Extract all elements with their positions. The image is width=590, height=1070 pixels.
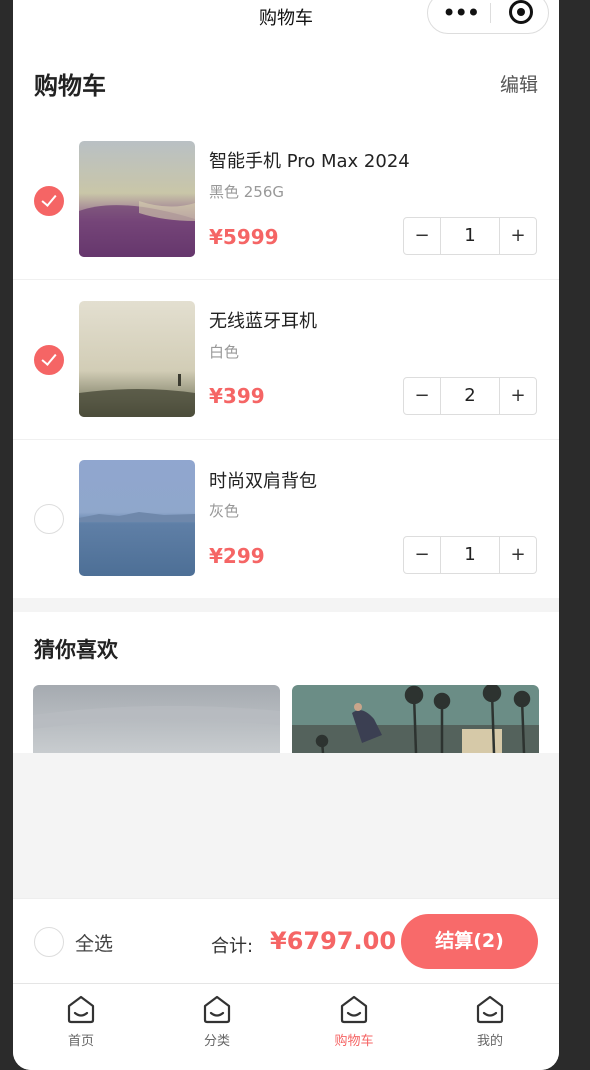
navigation-bar: 购物车 ••• (13, 0, 559, 44)
record-target-icon[interactable] (509, 0, 533, 24)
quantity-stepper: − 1 + (403, 217, 537, 255)
product-spec: 灰色 (209, 502, 240, 520)
product-price: ¥299 (209, 544, 265, 568)
decrease-button[interactable]: − (404, 537, 441, 573)
product-image[interactable] (79, 141, 195, 257)
phone-screen: 购物车 ••• 购物车 编辑 智能手机 Pro Max 2024 黑色 256G… (13, 0, 559, 1070)
checkout-bar: 全选 合计: ¥6797.00 结算(2) (13, 898, 559, 984)
tab-label: 分类 (203, 1034, 230, 1049)
increase-button[interactable]: + (499, 218, 536, 254)
decrease-button[interactable]: − (404, 378, 441, 414)
home-icon (476, 995, 504, 1024)
tab-mine[interactable]: 我的 (450, 994, 530, 1049)
tab-label: 我的 (476, 1034, 503, 1049)
product-price: ¥399 (209, 384, 265, 408)
decrease-button[interactable]: − (404, 218, 441, 254)
product-spec: 白色 (209, 343, 240, 361)
item-checkbox[interactable] (34, 345, 64, 375)
item-checkbox[interactable] (34, 186, 64, 216)
checkout-button[interactable]: 结算(2) (401, 914, 538, 969)
tab-home[interactable]: 首页 (41, 994, 121, 1049)
tab-label: 购物车 (334, 1034, 374, 1049)
recommend-card[interactable] (292, 685, 539, 753)
recommend-card[interactable] (33, 685, 280, 753)
product-image[interactable] (79, 460, 195, 576)
total-label: 合计: (211, 936, 254, 957)
product-image[interactable] (79, 301, 195, 417)
more-dots-icon[interactable]: ••• (442, 1, 480, 25)
total-value: ¥6797.00 (270, 927, 397, 955)
page-title: 购物车 (34, 72, 106, 100)
quantity-value[interactable]: 1 (441, 218, 499, 254)
increase-button[interactable]: + (499, 378, 536, 414)
quantity-value[interactable]: 1 (441, 537, 499, 573)
product-spec: 黑色 256G (209, 183, 285, 201)
product-name[interactable]: 无线蓝牙耳机 (209, 307, 317, 333)
cart-item: 无线蓝牙耳机 白色 ¥399 − 2 + (13, 280, 559, 439)
recommend-title: 猜你喜欢 (34, 638, 118, 662)
quantity-stepper: − 1 + (403, 536, 537, 574)
cart-item: 智能手机 Pro Max 2024 黑色 256G ¥5999 − 1 + (13, 120, 559, 279)
menu-capsule: ••• (427, 0, 549, 34)
recommend-placeholder-area (13, 753, 559, 898)
home-icon (203, 995, 231, 1024)
tab-cart[interactable]: 购物车 (314, 994, 394, 1049)
capsule-divider (490, 3, 491, 23)
increase-button[interactable]: + (499, 537, 536, 573)
home-icon (340, 995, 368, 1024)
quantity-stepper: − 2 + (403, 377, 537, 415)
item-checkbox[interactable] (34, 504, 64, 534)
select-all-label[interactable]: 全选 (75, 929, 113, 956)
cart-item: 时尚双肩背包 灰色 ¥299 − 1 + (13, 440, 559, 599)
page-header: 购物车 编辑 (13, 56, 559, 112)
home-icon (67, 995, 95, 1024)
quantity-value[interactable]: 2 (441, 378, 499, 414)
product-name[interactable]: 时尚双肩背包 (209, 467, 317, 493)
tab-category[interactable]: 分类 (177, 994, 257, 1049)
product-name[interactable]: 智能手机 Pro Max 2024 (209, 147, 410, 173)
tab-bar: 首页 分类 购物车 我的 (13, 983, 559, 1070)
edit-button[interactable]: 编辑 (500, 70, 538, 97)
select-all-checkbox[interactable] (34, 927, 64, 957)
section-gap (13, 598, 559, 612)
tab-label: 首页 (67, 1034, 94, 1049)
product-price: ¥5999 (209, 225, 279, 249)
